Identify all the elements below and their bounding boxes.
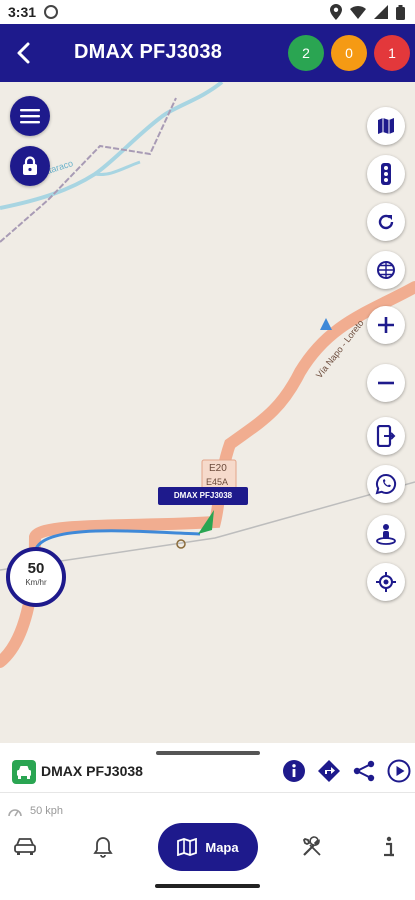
- speed-gauge: 50 Km/hr: [6, 547, 66, 607]
- menu-icon: [20, 109, 40, 124]
- speedometer-icon: [8, 804, 22, 822]
- car-icon: [14, 838, 36, 855]
- nav-alerts[interactable]: [88, 832, 118, 862]
- info-icon: [384, 836, 394, 857]
- nav-map-label: Mapa: [205, 839, 239, 855]
- zoom-in-button[interactable]: [367, 306, 405, 344]
- route-code-2: E45A: [206, 477, 229, 487]
- map-canvas: [0, 82, 415, 668]
- arrow-left-icon: [17, 42, 30, 64]
- status-badge-red[interactable]: 1: [374, 35, 410, 71]
- share-icon: [353, 760, 375, 782]
- zoom-out-icon: [378, 381, 394, 385]
- whatsapp-button[interactable]: [367, 465, 405, 503]
- speed-text: 50 kph: [30, 805, 64, 817]
- status-bar: 3:31: [0, 0, 415, 24]
- share-screen-icon: [376, 425, 396, 447]
- refresh-button[interactable]: [367, 203, 405, 241]
- my-location-button[interactable]: [367, 563, 405, 601]
- play-button[interactable]: [386, 758, 412, 784]
- status-badge-green[interactable]: 2: [288, 35, 324, 71]
- status-badge-orange[interactable]: 0: [331, 35, 367, 71]
- wifi-icon: [350, 6, 366, 19]
- speed-gauge-unit: Km/hr: [25, 578, 47, 587]
- lock-icon: [23, 156, 37, 175]
- tools-icon: [302, 836, 321, 856]
- share-button[interactable]: [351, 758, 377, 784]
- notification-icon: [44, 5, 58, 19]
- map-layers-icon: [378, 118, 394, 134]
- app-header: DMAX PFJ3038 2 0 1: [0, 24, 415, 82]
- map-layers-button[interactable]: [367, 107, 405, 145]
- vehicle-name[interactable]: DMAX PFJ3038: [41, 763, 143, 779]
- battery-icon: [396, 4, 405, 20]
- nav-map[interactable]: Mapa: [158, 823, 258, 871]
- nav-vehicles[interactable]: [10, 832, 40, 862]
- status-icons: [330, 4, 405, 20]
- play-icon: [387, 759, 411, 783]
- menu-button[interactable]: [10, 96, 50, 136]
- directions-button[interactable]: [316, 758, 342, 784]
- map-icon: [177, 838, 198, 856]
- nav-info[interactable]: [374, 832, 404, 862]
- my-location-icon: [376, 572, 396, 592]
- zoom-in-icon: [378, 317, 394, 333]
- directions-icon: [318, 760, 340, 782]
- car-icon: [17, 766, 31, 779]
- page-title: DMAX PFJ3038: [74, 41, 223, 63]
- share-screen-button[interactable]: [367, 417, 405, 455]
- back-button[interactable]: [10, 38, 40, 68]
- globe-grid-icon: [377, 261, 395, 279]
- traffic-button[interactable]: [367, 155, 405, 193]
- map-view[interactable]: Río Huataraco Vía Napo - Loreto E20 E45A…: [0, 82, 415, 743]
- street-view-button[interactable]: [367, 515, 405, 553]
- info-button[interactable]: [281, 758, 307, 784]
- refresh-icon: [378, 214, 394, 230]
- zoom-out-button[interactable]: [367, 364, 405, 402]
- status-time: 3:31: [8, 4, 37, 20]
- street-view-icon: [376, 524, 396, 545]
- sheet-handle[interactable]: [156, 751, 260, 755]
- gesture-bar: [155, 884, 260, 888]
- globe-button[interactable]: [367, 251, 405, 289]
- vehicle-status-icon: [12, 760, 36, 784]
- bell-icon: [93, 837, 113, 858]
- whatsapp-icon: [375, 473, 397, 495]
- row-divider: [0, 792, 415, 793]
- speed-gauge-value: 50: [27, 560, 45, 577]
- location-icon: [330, 4, 342, 20]
- traffic-light-icon: [381, 163, 391, 185]
- info-icon: [283, 760, 305, 782]
- route-code-1: E20: [209, 463, 227, 474]
- signal-icon: [374, 5, 388, 19]
- nav-tools[interactable]: [297, 832, 327, 862]
- vehicle-map-label[interactable]: DMAX PFJ3038: [158, 487, 248, 505]
- lock-button[interactable]: [10, 146, 50, 186]
